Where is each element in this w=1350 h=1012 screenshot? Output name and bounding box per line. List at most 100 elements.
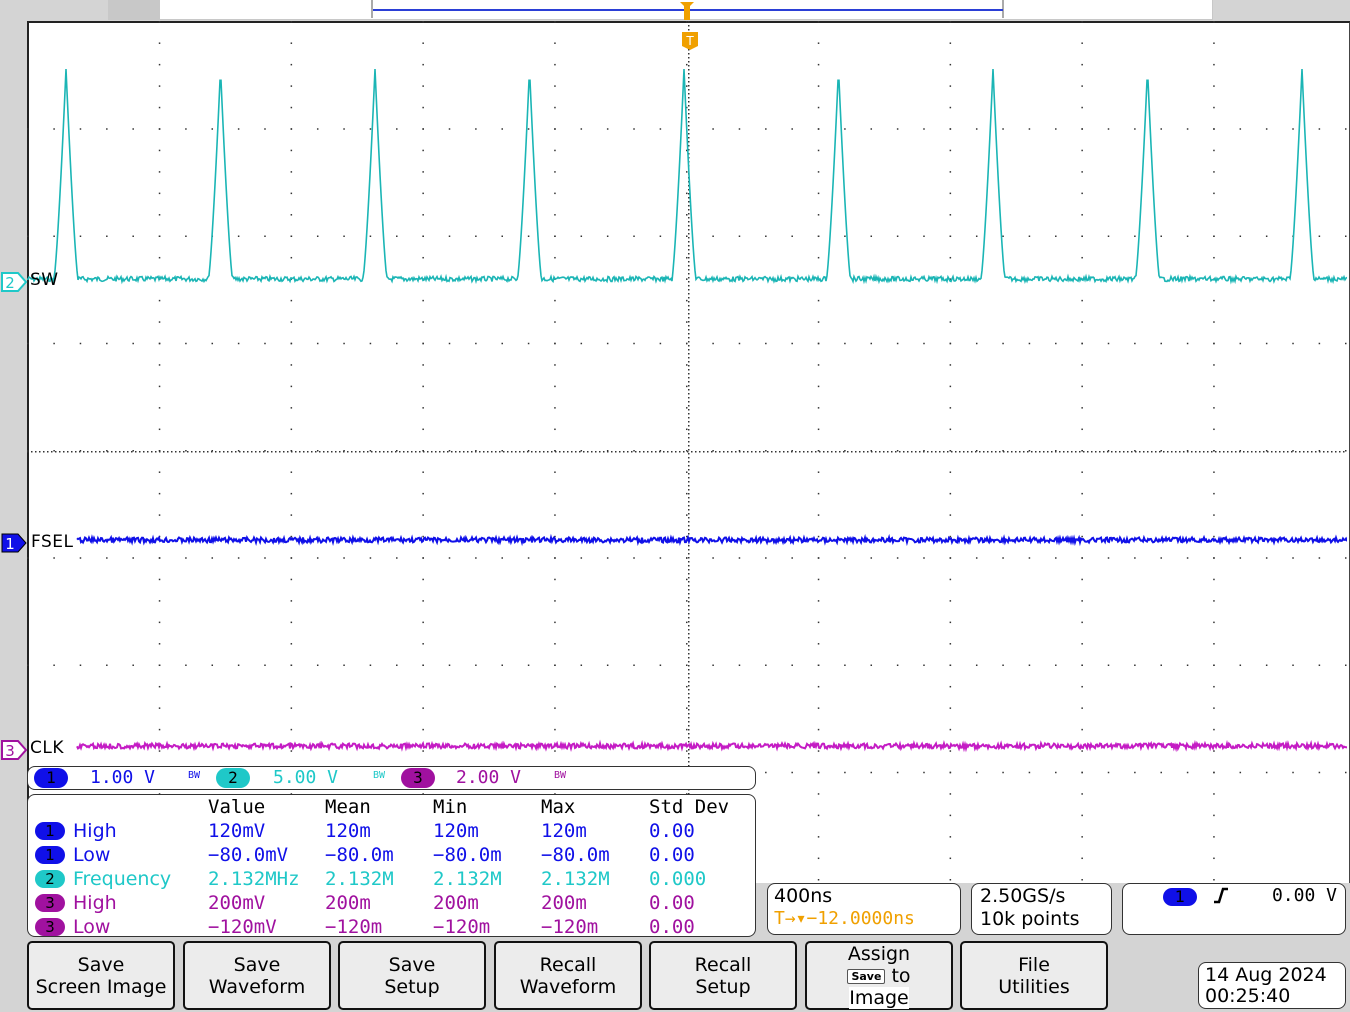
grid-dot [158, 85, 161, 87]
grid-dot [290, 407, 293, 409]
save-screen-image-button[interactable]: Save Screen Image [27, 941, 175, 1010]
center-axis-dot [659, 451, 661, 453]
grid-dot [686, 407, 688, 409]
grid-dot [817, 428, 820, 431]
grid-dot [817, 63, 820, 66]
center-axis-dot [1295, 451, 1297, 453]
grid-dot [1081, 235, 1083, 237]
center-axis-dot [571, 451, 573, 453]
grid-dot [975, 342, 978, 345]
grid-dot [1081, 471, 1083, 473]
file-utilities-button[interactable]: File Utilities [960, 941, 1108, 1010]
grid-dot [949, 364, 952, 366]
center-axis-dot [315, 451, 317, 453]
center-axis-dot [727, 451, 729, 453]
grid-dot [422, 471, 424, 473]
center-axis-dot [311, 451, 313, 453]
grid-dot [1081, 42, 1083, 44]
ch1-scale[interactable]: 1.00 V [90, 767, 155, 788]
grid-dot [79, 557, 82, 559]
center-axis-dot [688, 413, 690, 415]
measurement-row[interactable]: 3 High 200mV 200m 200m 200m 0.00 [28, 891, 755, 915]
button-label-line1: Recall [539, 953, 597, 976]
ch3-badge[interactable]: 3 [401, 768, 435, 788]
center-axis-dot [1243, 451, 1245, 453]
grid-dot [158, 385, 161, 388]
center-axis-dot [903, 451, 905, 453]
ch1-badge[interactable]: 1 [34, 768, 68, 788]
measurement-row[interactable]: 3 Low −120mV −120m −120m −120m 0.00 [28, 915, 755, 939]
save-waveform-button[interactable]: Save Waveform [183, 941, 331, 1010]
button-label-line2: Setup [384, 975, 440, 998]
center-axis-dot [688, 125, 690, 127]
grid-dot [686, 707, 688, 709]
ch2-ground-marker[interactable]: 2 [0, 271, 28, 297]
grid-dot [1107, 664, 1110, 666]
grid-dot [158, 578, 161, 581]
measurement-name: Low [73, 916, 111, 938]
grid-dot [396, 235, 398, 237]
grid-dot [1239, 664, 1242, 666]
grid-dot [896, 771, 899, 774]
save-setup-button[interactable]: Save Setup [338, 941, 486, 1010]
center-axis-dot [871, 451, 873, 453]
grid-dot [106, 342, 108, 345]
recall-setup-button[interactable]: Recall Setup [649, 941, 797, 1010]
center-axis-dot [688, 133, 690, 135]
grid-dot [1239, 771, 1242, 774]
grid-dot [1081, 836, 1083, 838]
center-axis-dot [867, 451, 869, 453]
center-axis-dot [688, 53, 690, 55]
grid-dot [659, 664, 662, 666]
center-axis-dot [688, 749, 690, 751]
center-axis-dot [391, 451, 393, 453]
fsel-trace [76, 533, 1347, 547]
grid-dot [422, 750, 424, 752]
acquisition-settings[interactable]: 2.50GS/s 10k points [971, 883, 1112, 935]
grid-dot [633, 128, 635, 130]
center-axis-dot [688, 357, 690, 359]
recall-waveform-button[interactable]: Recall Waveform [494, 941, 642, 1010]
grid-dot [633, 450, 635, 452]
center-axis-dot [688, 569, 690, 571]
center-axis-dot [688, 369, 690, 371]
center-axis-dot [815, 451, 817, 453]
center-axis-dot [688, 525, 690, 527]
center-axis-dot [1331, 451, 1333, 453]
grid-dot [949, 879, 952, 881]
ch3-scale[interactable]: 2.00 V [456, 767, 521, 788]
ch1-ground-marker[interactable]: 1 [0, 532, 28, 558]
center-axis-dot [71, 451, 73, 453]
grid-dot [158, 428, 161, 431]
center-axis-dot [455, 451, 457, 453]
center-axis-dot [688, 757, 690, 759]
ch3-ground-marker[interactable]: 3 [0, 739, 28, 765]
center-axis-dot [403, 451, 405, 453]
measurement-row[interactable]: 1 High 120mV 120m 120m 120m 0.00 [28, 819, 755, 843]
grid-dot [1265, 557, 1268, 559]
grid-dot [554, 600, 556, 602]
center-axis-dot [83, 451, 85, 453]
grid-dot [580, 128, 583, 130]
grid-dot [475, 128, 477, 130]
center-axis-dot [688, 617, 690, 619]
center-axis-dot [1099, 451, 1101, 453]
measurement-row[interactable]: 2 Frequency 2.132MHz 2.132M 2.132M 2.132M 0.00… [28, 867, 755, 891]
ch2-scale[interactable]: 5.00 V [273, 767, 338, 788]
grid-dot [422, 385, 424, 388]
trigger-position-marker[interactable] [680, 2, 702, 20]
center-axis-dot [688, 245, 690, 247]
grid-dot [264, 235, 266, 237]
center-axis-dot [688, 505, 690, 507]
horizontal-settings[interactable]: 400ns T→▾−12.0000ns [767, 883, 961, 935]
measurement-mean: 120m [325, 820, 371, 842]
center-axis-dot [688, 285, 690, 287]
waveform-display [27, 21, 1347, 881]
assign-save-to-image-button[interactable]: Assign Save to Image [805, 941, 953, 1010]
grid-dot [817, 514, 820, 516]
measurement-row[interactable]: 1 Low −80.0mV −80.0m −80.0m −80.0m 0.00 [28, 843, 755, 867]
trigger-settings[interactable]: 1 0.00 V [1122, 883, 1346, 935]
ch2-badge[interactable]: 2 [216, 768, 250, 788]
grid-dot [554, 342, 556, 345]
center-axis-dot [595, 451, 597, 453]
